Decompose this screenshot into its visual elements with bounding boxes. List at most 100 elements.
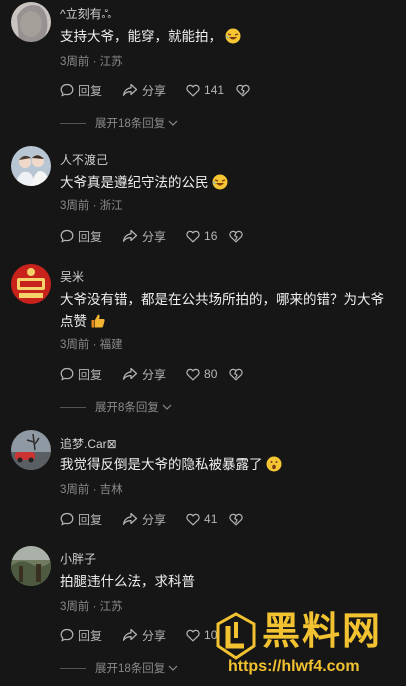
dislike-button[interactable] [236, 84, 254, 97]
reply-bubble-icon [60, 367, 74, 381]
comment-text: 支持大爷，能穿，就能拍， [60, 26, 386, 51]
comment-text-content: 大爷真是遵纪守法的公民 [60, 175, 209, 190]
divider-line [60, 667, 86, 669]
like-button[interactable]: 80 [186, 367, 217, 381]
like-count: 16 [204, 229, 218, 243]
laughing-tears-emoji-icon [225, 28, 241, 51]
expand-replies-button[interactable]: 展开18条回复 [60, 661, 178, 675]
share-arrow-icon [122, 83, 138, 96]
share-arrow-icon [122, 229, 138, 242]
chevron-down-icon [168, 665, 178, 671]
comment-text-content: 拍腿违什么法，求科普 [60, 574, 195, 589]
avatar[interactable] [11, 430, 51, 470]
share-button[interactable]: 分享 [122, 511, 166, 528]
share-label: 分享 [142, 367, 167, 382]
broken-heart-icon [229, 230, 244, 243]
reply-label: 回复 [78, 512, 103, 527]
comment-text: 大爷没有错，都是在公共场所拍的，哪来的错？为大爷点赞 [60, 289, 386, 336]
broken-heart-icon [236, 84, 250, 97]
like-button[interactable]: 141 [186, 83, 224, 97]
avatar[interactable] [11, 2, 51, 42]
username[interactable]: 人不渡己 [60, 151, 108, 168]
share-label: 分享 [142, 512, 167, 527]
surprised-emoji-icon [266, 456, 282, 479]
comment-meta: 3周前 · 浙江 [60, 200, 123, 212]
like-button[interactable]: 41 [186, 512, 217, 526]
comment-text: 拍腿违什么法，求科普 [60, 571, 386, 593]
share-button[interactable]: 分享 [122, 627, 166, 644]
reply-button[interactable]: 回复 [60, 228, 102, 245]
share-label: 分享 [142, 628, 167, 643]
watermark: 黑料网 https://hlwf4.com [212, 608, 406, 686]
divider-line [60, 122, 86, 124]
reply-button[interactable]: 回复 [60, 366, 102, 383]
heart-icon [186, 230, 200, 243]
broken-heart-icon [229, 368, 244, 381]
username[interactable]: ^立刻有ஃ [60, 5, 111, 23]
laughing-tears-emoji-icon [212, 174, 228, 197]
chevron-down-icon [168, 120, 178, 126]
share-arrow-icon [122, 628, 138, 641]
dislike-button[interactable] [229, 230, 247, 243]
comment-actions: 回复 分享 41 [60, 510, 267, 528]
like-button[interactable]: 16 [186, 229, 217, 243]
share-label: 分享 [142, 229, 167, 244]
share-button[interactable]: 分享 [122, 82, 166, 99]
avatar[interactable] [11, 264, 51, 304]
comment-text-content: 大爷没有错，都是在公共场所拍的，哪来的错？为大爷点赞 [60, 292, 384, 329]
heart-icon [186, 84, 200, 97]
reply-label: 回复 [78, 229, 103, 244]
watermark-logo-icon [216, 612, 256, 660]
dislike-button[interactable] [229, 368, 247, 381]
comment-actions: 回复 分享 16 [60, 227, 267, 245]
reply-button[interactable]: 回复 [60, 627, 102, 644]
avatar[interactable] [11, 546, 51, 586]
share-button[interactable]: 分享 [122, 228, 166, 245]
comment-text: 大爷真是遵纪守法的公民 [60, 172, 386, 197]
heart-icon [186, 513, 200, 526]
comment-meta: 3周前 · 吉林 [60, 484, 123, 496]
comment-actions: 回复 分享 80 [60, 365, 267, 383]
share-arrow-icon [122, 512, 138, 525]
comment-meta: 3周前 · 福建 [60, 339, 123, 351]
watermark-url: https://hlwf4.com [228, 658, 360, 675]
username[interactable]: 吴米 [60, 268, 84, 285]
comment-actions: 回复 分享 141 [60, 81, 274, 99]
like-count: 141 [204, 83, 225, 97]
like-count: 41 [204, 512, 218, 526]
heart-icon [186, 629, 200, 642]
like-count: 80 [204, 367, 218, 381]
dislike-button[interactable] [229, 513, 247, 526]
comment-text: 我觉得反倒是大爷的隐私被暴露了 [60, 454, 386, 479]
comment-text-content: 我觉得反倒是大爷的隐私被暴露了 [60, 457, 263, 472]
reply-bubble-icon [60, 512, 74, 526]
broken-heart-icon [229, 513, 244, 526]
reply-button[interactable]: 回复 [60, 511, 102, 528]
username[interactable]: 追梦.Car⊠ [60, 435, 117, 452]
reply-label: 回复 [78, 83, 103, 98]
comment-meta: 3周前 · 江苏 [60, 601, 123, 613]
reply-bubble-icon [60, 83, 74, 97]
reply-button[interactable]: 回复 [60, 82, 102, 99]
comment-meta: 3周前 · 江苏 [60, 56, 123, 68]
share-label: 分享 [142, 83, 167, 98]
divider-line [60, 406, 86, 408]
reply-bubble-icon [60, 628, 74, 642]
reply-label: 回复 [78, 628, 103, 643]
reply-label: 回复 [78, 367, 103, 382]
reply-bubble-icon [60, 229, 74, 243]
comment-actions: 回复 分享 10 [60, 626, 229, 644]
comment-text-content: 支持大爷，能穿，就能拍， [60, 29, 222, 44]
heart-icon [186, 368, 200, 381]
expand-replies-label: 展开18条回复 [95, 118, 166, 130]
expand-replies-button[interactable]: 展开18条回复 [60, 116, 178, 130]
expand-replies-label: 展开18条回复 [95, 663, 166, 675]
share-arrow-icon [122, 367, 138, 380]
expand-replies-button[interactable]: 展开8条回复 [60, 400, 172, 414]
username[interactable]: 小胖子 [60, 550, 96, 567]
avatar[interactable] [11, 146, 51, 186]
expand-replies-label: 展开8条回复 [95, 402, 159, 414]
watermark-brand: 黑料网 [262, 611, 383, 653]
chevron-down-icon [162, 404, 172, 410]
share-button[interactable]: 分享 [122, 366, 166, 383]
